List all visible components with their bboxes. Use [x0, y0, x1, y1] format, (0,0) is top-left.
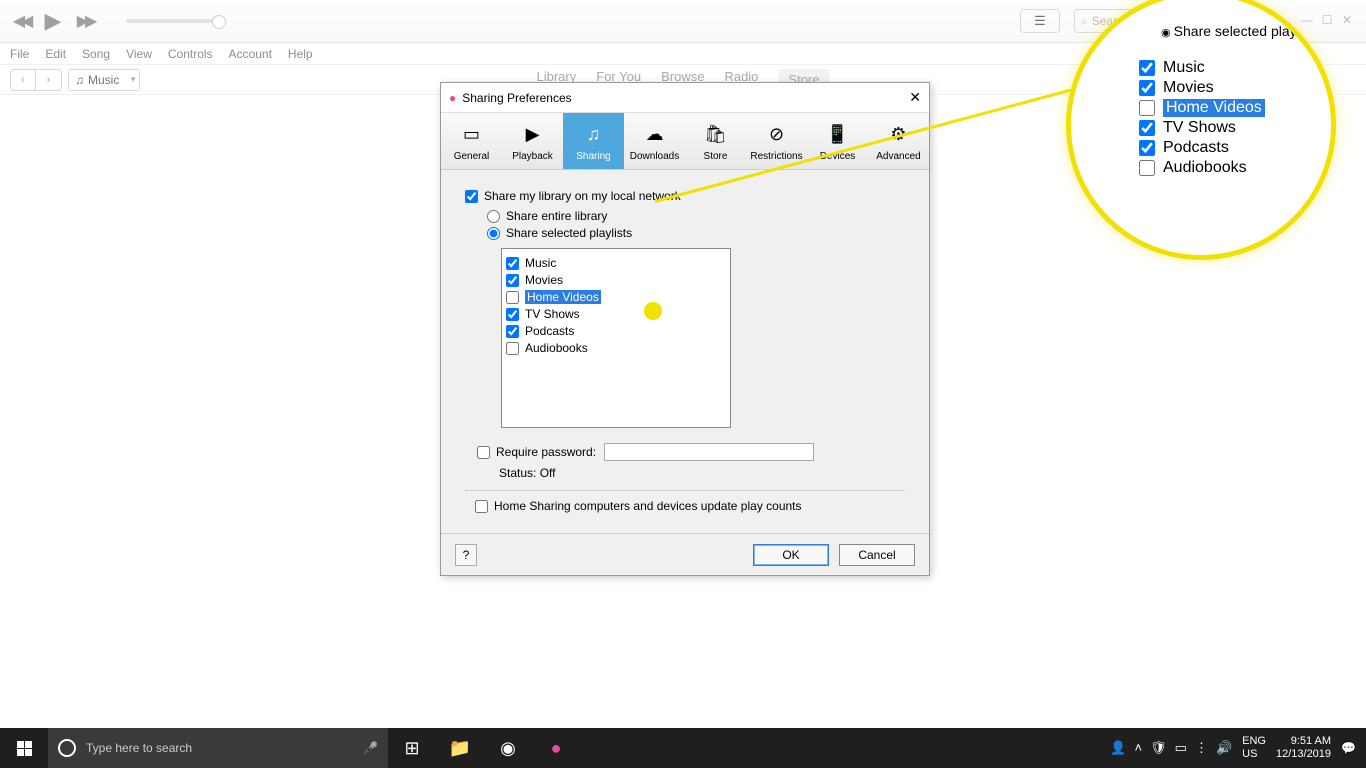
taskbar-explorer[interactable]: 📁: [436, 728, 484, 768]
ok-button[interactable]: OK: [753, 544, 829, 566]
password-field[interactable]: [604, 443, 814, 461]
playlists-listbox[interactable]: Music Movies Home Videos TV Shows Podcasts Au…: [501, 248, 731, 428]
downloads-icon: ☁: [641, 121, 669, 149]
share-selected-radio[interactable]: Share selected playlists: [487, 226, 905, 240]
notifications-icon[interactable]: 💬: [1341, 741, 1356, 755]
devices-icon: 📱: [824, 121, 852, 149]
windows-logo-icon: [17, 741, 32, 756]
itunes-icon: ●: [449, 91, 456, 105]
home-sharing-checkbox[interactable]: Home Sharing computers and devices updat…: [475, 499, 905, 513]
pref-tab-store[interactable]: 🛍Store: [685, 113, 746, 169]
pref-tab-devices[interactable]: 📱Devices: [807, 113, 868, 169]
dialog-close-button[interactable]: ✕: [909, 89, 921, 106]
pref-tab-playback[interactable]: ▶Playback: [502, 113, 563, 169]
pref-tab-downloads[interactable]: ☁Downloads: [624, 113, 685, 169]
sharing-preferences-dialog: ● Sharing Preferences ✕ ▭General▶Playbac…: [440, 82, 930, 576]
taskbar-search-placeholder: Type here to search: [86, 741, 192, 755]
callout-pointer-dot: [644, 302, 662, 320]
tray-chevron-up-icon[interactable]: ˄: [1135, 740, 1143, 756]
playlist-item-tv-shows[interactable]: TV Shows: [506, 307, 726, 321]
tray-locale[interactable]: US: [1242, 748, 1266, 761]
taskbar-search[interactable]: Type here to search 🎤: [48, 728, 388, 768]
restrictions-icon: ⊘: [763, 121, 791, 149]
playback-icon: ▶: [519, 121, 547, 149]
playlist-item-audiobooks[interactable]: Audiobooks: [1139, 159, 1313, 177]
general-icon: ▭: [458, 121, 486, 149]
wifi-icon[interactable]: ⋮: [1195, 740, 1208, 756]
playlist-item-podcasts[interactable]: Podcasts: [1139, 139, 1313, 157]
playlist-item-music[interactable]: Music: [506, 256, 726, 270]
callout-magnifier: Share selected play Music Movies Home Vide…: [1066, 0, 1336, 260]
playlist-item-movies[interactable]: Movies: [506, 273, 726, 287]
callout-title: Share selected play: [1161, 23, 1297, 39]
playlist-item-home-videos[interactable]: Home Videos: [506, 290, 726, 304]
sharing-icon: ♫: [580, 121, 608, 149]
playlist-item-home-videos[interactable]: Home Videos: [1139, 99, 1313, 117]
playlist-item-tv-shows[interactable]: TV Shows: [1139, 119, 1313, 137]
volume-icon[interactable]: 🔊: [1216, 740, 1232, 756]
sharing-status: Status: Off: [499, 466, 905, 480]
dialog-title: Sharing Preferences: [462, 91, 571, 105]
tray-lang[interactable]: ENG: [1242, 735, 1266, 748]
playlist-item-podcasts[interactable]: Podcasts: [506, 324, 726, 338]
people-icon[interactable]: 👤: [1110, 740, 1126, 756]
playlist-item-audiobooks[interactable]: Audiobooks: [506, 341, 726, 355]
cortana-icon: [58, 739, 76, 757]
require-password-checkbox[interactable]: Require password:: [477, 445, 596, 459]
battery-icon[interactable]: ▭: [1175, 740, 1187, 756]
start-button[interactable]: [0, 728, 48, 768]
taskbar-itunes[interactable]: ●: [532, 728, 580, 768]
task-view-button[interactable]: ⊞: [388, 728, 436, 768]
store-icon: 🛍: [702, 121, 730, 149]
cancel-button[interactable]: Cancel: [839, 544, 915, 566]
help-button[interactable]: ?: [455, 544, 477, 566]
pref-tab-sharing[interactable]: ♫Sharing: [563, 113, 624, 169]
windows-taskbar: Type here to search 🎤 ⊞ 📁 ◉ ● 👤 ˄ 🛡 ▭ ⋮ …: [0, 728, 1366, 768]
playlist-item-movies[interactable]: Movies: [1139, 79, 1313, 97]
system-tray[interactable]: 👤 ˄ 🛡 ▭ ⋮ 🔊: [1110, 740, 1232, 756]
playlist-item-music[interactable]: Music: [1139, 59, 1313, 77]
share-entire-radio[interactable]: Share entire library: [487, 209, 905, 223]
security-icon[interactable]: 🛡: [1150, 740, 1167, 756]
mic-icon[interactable]: 🎤: [363, 741, 378, 755]
pref-tab-general[interactable]: ▭General: [441, 113, 502, 169]
taskbar-chrome[interactable]: ◉: [484, 728, 532, 768]
taskbar-clock[interactable]: 9:51 AM 12/13/2019: [1276, 735, 1331, 761]
